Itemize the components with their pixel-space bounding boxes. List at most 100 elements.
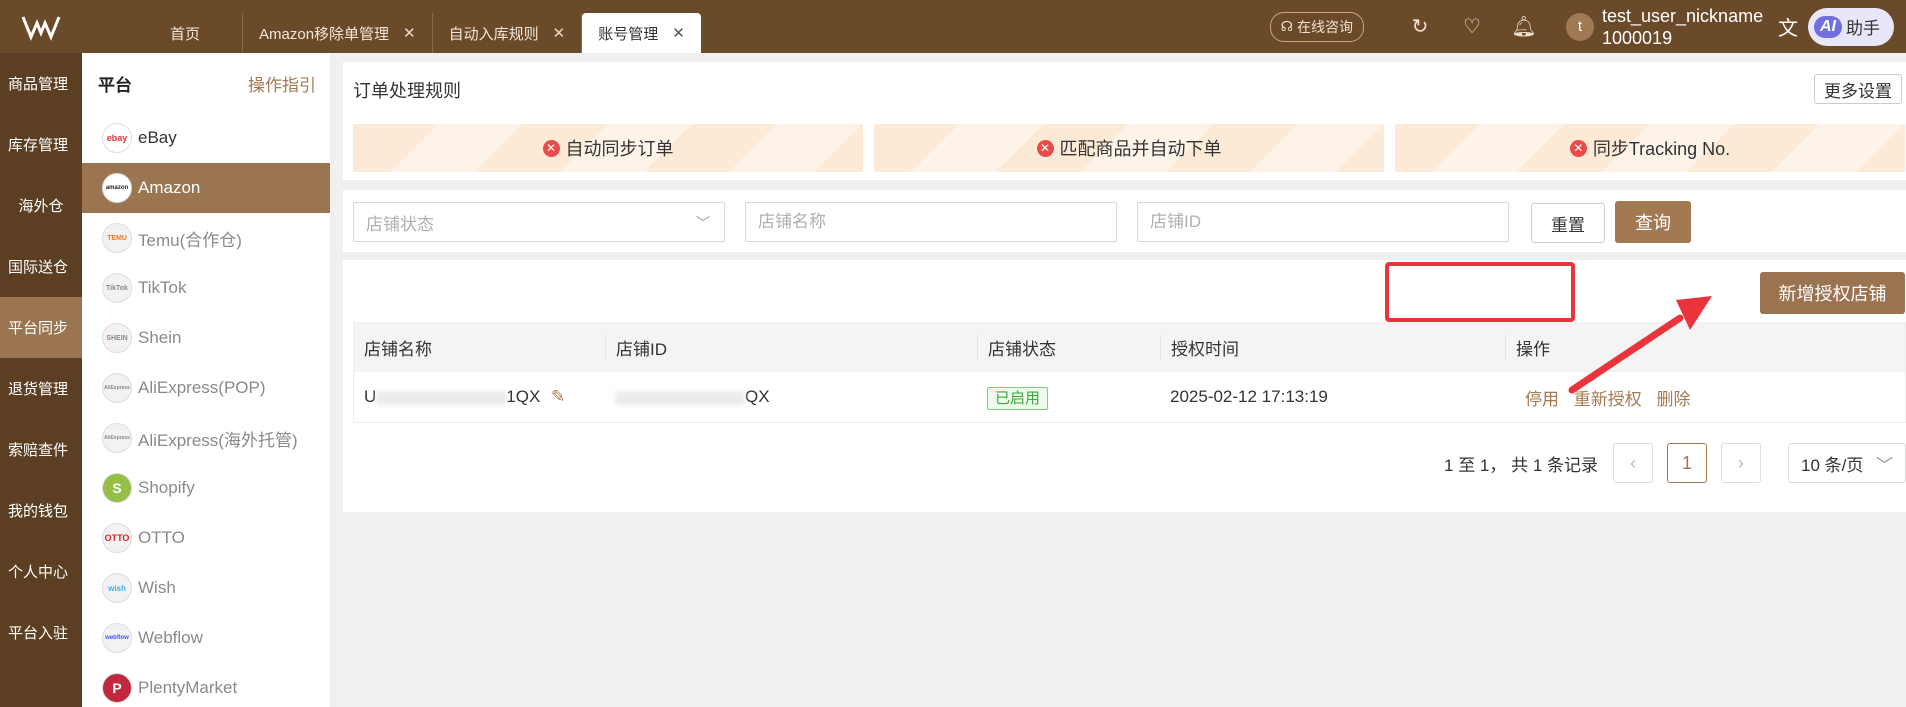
top-bar: 首页 Amazon移除单管理 ✕ 自动入库规则 ✕ 账号管理 ✕ ☊ 在线咨询 …: [0, 0, 1906, 53]
page-size-label: 10 条/页: [1801, 455, 1864, 475]
page-size-select[interactable]: 10 条/页 ﹀: [1788, 443, 1906, 483]
nav-item-returns[interactable]: 退货管理: [0, 358, 82, 419]
store-id-input[interactable]: [1150, 212, 1508, 232]
nav-item-platform-sync[interactable]: 平台同步: [0, 297, 82, 358]
store-name-prefix: U: [364, 387, 377, 406]
store-table: 店铺名称 店铺ID 店铺状态 授权时间 操作 U 1QX ✎ QX 已启用 202…: [353, 322, 1906, 423]
logo-icon: [21, 15, 61, 41]
ai-assistant-button[interactable]: AI 助手: [1808, 7, 1894, 46]
brand-logo[interactable]: [0, 0, 82, 53]
nav-item-wallet[interactable]: 我的钱包: [0, 480, 82, 541]
nav-item-products[interactable]: 商品管理: [0, 53, 82, 114]
plentymarket-logo-icon: P: [102, 673, 132, 703]
user-name[interactable]: test_user_nickname 1000019: [1602, 5, 1772, 49]
redacted-text: [615, 390, 745, 405]
platform-item-webflow[interactable]: webflow Webflow: [82, 613, 330, 663]
prev-page-button[interactable]: ‹: [1613, 443, 1653, 483]
temu-logo-icon: TEMU: [102, 223, 132, 253]
bell-icon[interactable]: 🔔︎: [1498, 14, 1550, 39]
platform-item-tiktok[interactable]: TikTok TikTok: [82, 263, 330, 313]
store-id-field[interactable]: [1137, 202, 1509, 242]
store-list-card: 新增授权店铺 店铺名称 店铺ID 店铺状态 授权时间 操作 U 1QX ✎ QX …: [343, 260, 1906, 512]
close-icon[interactable]: ✕: [672, 24, 685, 42]
close-icon[interactable]: ✕: [553, 24, 566, 42]
tab-auto-inbound-rules[interactable]: 自动入库规则 ✕: [433, 13, 583, 53]
cell-store-id: QX: [605, 387, 977, 407]
delete-link[interactable]: 删除: [1656, 390, 1690, 409]
nav-item-intl-delivery[interactable]: 国际送仓: [0, 236, 82, 297]
rule-label: 匹配商品并自动下单: [1059, 139, 1222, 159]
platform-item-aliexpress-hosted[interactable]: AliExpress AliExpress(海外托管): [82, 413, 330, 463]
platform-item-shopify[interactable]: S Shopify: [82, 463, 330, 513]
platform-item-ebay[interactable]: ebay eBay: [82, 113, 330, 163]
amazon-logo-icon: amazon: [102, 173, 132, 203]
error-icon: ✕: [1036, 139, 1054, 157]
cell-actions: 停用 重新授权 删除: [1505, 385, 1905, 410]
platform-item-shein[interactable]: SHEIN Shein: [82, 313, 330, 363]
platform-item-plentymarket[interactable]: P PlentyMarket: [82, 663, 330, 707]
nav-item-overseas-warehouse[interactable]: 海外仓: [0, 175, 82, 236]
chevron-down-icon: ﹀: [696, 215, 710, 231]
tab-account-management[interactable]: 账号管理 ✕: [582, 13, 701, 53]
platform-item-otto[interactable]: OTTO OTTO: [82, 513, 330, 563]
close-icon[interactable]: ✕: [403, 24, 416, 42]
tab-label: 首页: [170, 25, 201, 43]
platform-label: Amazon: [138, 178, 201, 197]
avatar[interactable]: t: [1566, 12, 1594, 41]
platform-item-aliexpress-pop[interactable]: AliExpress AliExpress(POP): [82, 363, 330, 413]
online-consult-button[interactable]: ☊ 在线咨询: [1269, 11, 1364, 42]
header-store-id: 店铺ID: [605, 335, 977, 360]
reset-button[interactable]: 重置: [1531, 203, 1605, 243]
filter-bar: 店铺状态 ﹀ 重置 查询: [343, 190, 1906, 252]
query-button[interactable]: 查询: [1615, 201, 1691, 243]
headset-icon: ☊: [1280, 18, 1293, 34]
favorite-icon[interactable]: ♡: [1446, 14, 1498, 39]
status-badge: 已启用: [987, 386, 1049, 410]
nav-item-inventory[interactable]: 库存管理: [0, 114, 82, 175]
left-nav: 商品管理 库存管理 海外仓 国际送仓 平台同步 退货管理 索赔查件 我的钱包 个…: [0, 53, 82, 707]
tab-label: Amazon移除单管理: [259, 25, 390, 43]
rules-title: 订单处理规则: [353, 81, 461, 101]
header-auth-time: 授权时间: [1160, 335, 1505, 360]
platform-panel: 平台 操作指引 ebay eBay amazon Amazon TEMU Tem…: [82, 53, 330, 707]
platform-item-wish[interactable]: wish Wish: [82, 563, 330, 613]
translate-icon[interactable]: 文: [1778, 12, 1798, 41]
platform-item-amazon[interactable]: amazon Amazon: [82, 163, 330, 213]
pagination-summary: 1 至 1， 共 1 条记录: [1444, 455, 1598, 475]
rule-match-and-order: ✕ 匹配商品并自动下单: [874, 124, 1384, 172]
platform-header: 平台 操作指引: [82, 53, 330, 113]
store-name-input[interactable]: [758, 212, 1116, 232]
nav-item-platform-onboarding[interactable]: 平台入驻: [0, 602, 82, 663]
refresh-icon[interactable]: ↻: [1394, 14, 1446, 39]
platform-label: Webflow: [138, 628, 203, 647]
rule-label: 自动同步订单: [565, 139, 674, 159]
store-status-select[interactable]: 店铺状态 ﹀: [353, 202, 725, 242]
tab-amazon-removal[interactable]: Amazon移除单管理 ✕: [243, 13, 433, 53]
platform-item-temu[interactable]: TEMU Temu(合作仓): [82, 213, 330, 263]
aliexpress-logo-icon: AliExpress: [102, 373, 132, 403]
platform-label: PlentyMarket: [138, 678, 238, 697]
operation-guide-link[interactable]: 操作指引: [248, 71, 316, 96]
edit-icon[interactable]: ✎: [551, 387, 565, 406]
next-page-button[interactable]: ›: [1721, 443, 1761, 483]
add-authorized-store-button[interactable]: 新增授权店铺: [1760, 272, 1905, 314]
page-number-button[interactable]: 1: [1667, 443, 1707, 483]
webflow-logo-icon: webflow: [102, 623, 132, 653]
more-settings-button[interactable]: 更多设置: [1814, 74, 1902, 104]
disable-link[interactable]: 停用: [1525, 390, 1559, 409]
platform-label: Shein: [138, 328, 182, 347]
header-actions: 操作: [1505, 335, 1905, 360]
header-store-status: 店铺状态: [977, 335, 1160, 360]
nav-item-claims[interactable]: 索赔查件: [0, 419, 82, 480]
cell-store-status: 已启用: [977, 386, 1160, 410]
store-name-field[interactable]: [745, 202, 1117, 242]
platform-label: OTTO: [138, 528, 185, 547]
ai-badge: AI: [1814, 15, 1842, 38]
platform-label: TikTok: [138, 278, 187, 297]
platform-label: AliExpress(POP): [138, 378, 266, 397]
tiktok-logo-icon: TikTok: [102, 273, 132, 303]
reauthorize-link[interactable]: 重新授权: [1574, 390, 1642, 409]
user-id: 1000019: [1602, 27, 1673, 48]
nav-item-profile[interactable]: 个人中心: [0, 541, 82, 602]
tab-home[interactable]: 首页: [122, 13, 244, 53]
